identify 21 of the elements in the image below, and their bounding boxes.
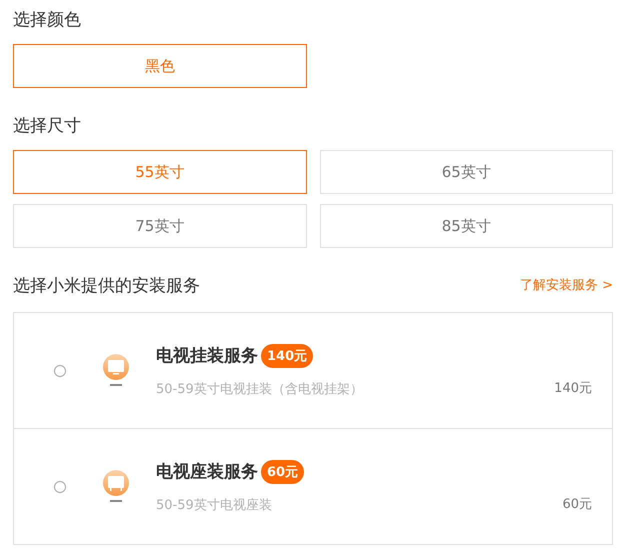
service-price: 140元 <box>554 380 592 397</box>
section-title: 选择小米提供的安装服务 <box>13 275 200 298</box>
size-option[interactable]: 55英寸 <box>13 150 306 194</box>
section-title: 选择尺寸 <box>13 115 82 138</box>
service-description: 50-59英寸电视座装 <box>156 496 273 514</box>
size-option[interactable]: 85英寸 <box>320 204 613 248</box>
price-badge: 140元 <box>261 344 314 368</box>
section-title: 选择颜色 <box>13 9 82 32</box>
size-option[interactable]: 65英寸 <box>320 150 613 194</box>
install-info-link[interactable]: 了解安装服务 > <box>520 274 613 298</box>
service-description: 50-59英寸电视挂装（含电视挂架） <box>156 380 364 398</box>
service-price: 60元 <box>562 496 592 513</box>
tv-stand-icon <box>102 470 130 504</box>
color-option[interactable]: 黑色 <box>13 44 306 88</box>
service-name: 电视挂装服务 <box>156 345 258 367</box>
service-name: 电视座装服务 <box>156 461 258 483</box>
tv-icon <box>102 354 130 388</box>
radio-button[interactable] <box>54 364 66 376</box>
size-option[interactable]: 75英寸 <box>13 204 306 248</box>
radio-button[interactable] <box>54 480 66 492</box>
price-badge: 60元 <box>261 460 304 484</box>
